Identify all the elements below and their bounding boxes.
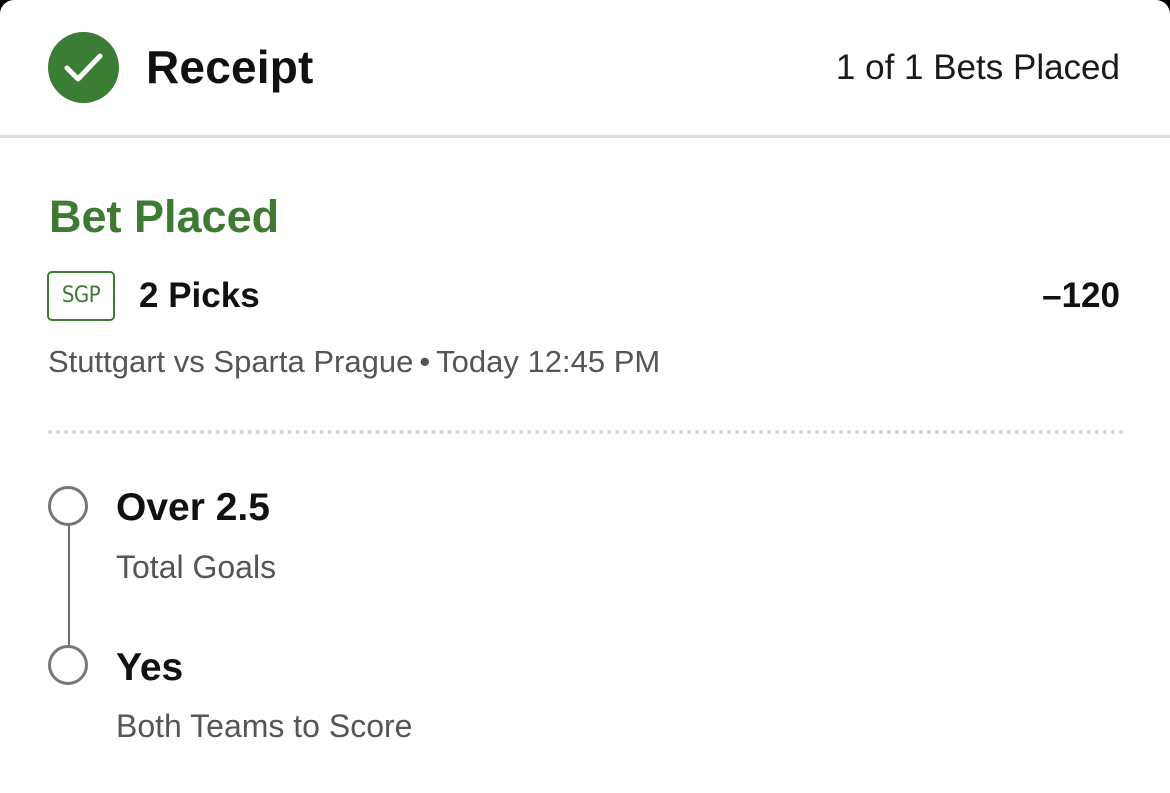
event-time: Today 12:45 PM [436, 344, 661, 379]
event-separator: • [419, 344, 431, 379]
check-circle-icon [48, 32, 119, 103]
picks-timeline-connector [68, 523, 70, 647]
pick-2-market: Both Teams to Score [116, 708, 413, 744]
pick-1-circle-icon [48, 486, 88, 526]
picks-count-label: 2 Picks [139, 276, 260, 315]
pick-1-market: Total Goals [116, 549, 277, 585]
event-teams: Stuttgart vs Sparta Prague [48, 344, 414, 379]
pick-2-circle-icon [48, 645, 88, 685]
bet-status-title: Bet Placed [49, 191, 280, 242]
event-info: Stuttgart vs Sparta Prague • Today 12:45 P… [48, 344, 660, 380]
dotted-divider [48, 430, 1124, 434]
pick-1-selection: Over 2.5 [116, 486, 270, 529]
receipt-sheet: Receipt 1 of 1 Bets Placed Bet Placed SG… [0, 0, 1170, 793]
pick-2-selection: Yes [116, 646, 184, 689]
sgp-badge: SGP [47, 271, 115, 321]
page-title: Receipt [146, 41, 314, 93]
receipt-header: Receipt 1 of 1 Bets Placed [0, 0, 1170, 138]
bet-odds: –120 [1042, 276, 1120, 315]
bets-placed-count: 1 of 1 Bets Placed [835, 48, 1120, 87]
